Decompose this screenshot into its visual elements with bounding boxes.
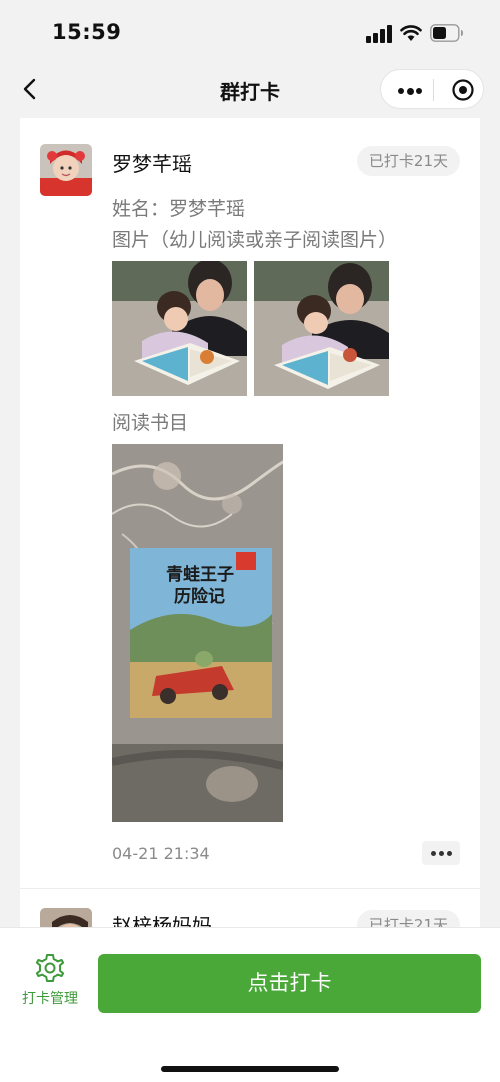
book-title-line2: 历险记	[174, 586, 225, 607]
post-divider	[20, 888, 480, 889]
home-indicator	[161, 1066, 339, 1072]
gear-icon	[35, 954, 65, 982]
bottom-action-bar: 打卡管理 点击打卡	[0, 927, 500, 1082]
avatar[interactable]	[40, 144, 92, 196]
checkin-days-badge: 已打卡21天	[356, 146, 460, 176]
mini-program-capsule	[380, 69, 484, 109]
name-field: 姓名：罗梦芊瑶	[112, 198, 246, 220]
capsule-divider	[433, 79, 434, 101]
checkin-manage-label: 打卡管理	[22, 991, 78, 1007]
book-photo[interactable]: 青蛙王子 历险记	[112, 444, 283, 822]
book-title-line1: 青蛙王子	[166, 564, 234, 585]
reading-list-label: 阅读书目	[112, 412, 189, 434]
target-circle-icon[interactable]	[451, 78, 475, 102]
checkin-button[interactable]: 点击打卡	[98, 954, 481, 1013]
post-more-button[interactable]	[422, 841, 460, 865]
battery-icon	[430, 24, 463, 42]
reading-photo-1[interactable]	[112, 261, 247, 396]
status-bar: 15:59	[0, 0, 500, 64]
cellular-signal-icon	[366, 25, 392, 43]
wifi-icon	[400, 25, 422, 41]
status-time: 15:59	[52, 20, 122, 44]
checkin-post-card: 罗梦芊瑶 已打卡21天 姓名：罗梦芊瑶 图片（幼儿阅读或亲子阅读图片） 阅读书目…	[20, 118, 480, 930]
reading-photo-2[interactable]	[254, 261, 389, 396]
post-timestamp: 04-21 21:34	[112, 844, 210, 863]
navigation-bar: 群打卡	[0, 64, 500, 114]
pictures-label: 图片（幼儿阅读或亲子阅读图片）	[112, 229, 398, 251]
checkin-manage-button[interactable]: 打卡管理	[10, 952, 90, 1008]
post-username[interactable]: 罗梦芊瑶	[112, 148, 192, 177]
more-dots-icon[interactable]	[398, 87, 422, 95]
